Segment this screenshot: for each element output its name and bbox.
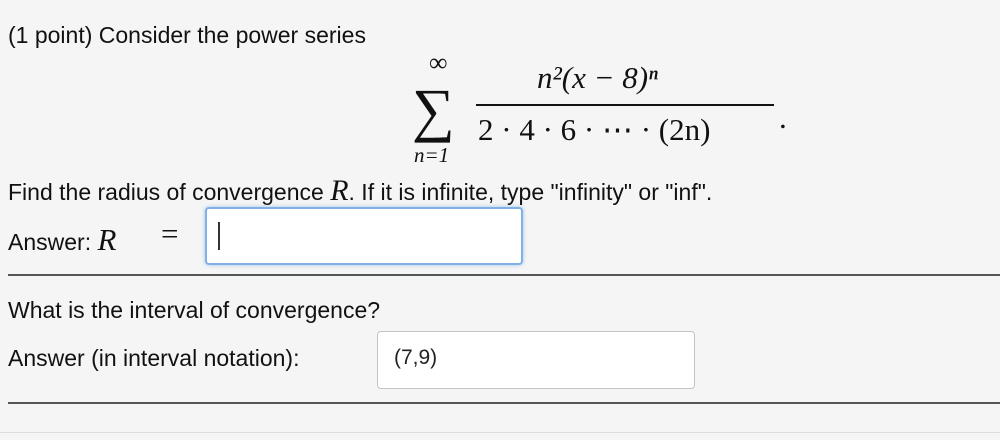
divider	[8, 274, 1000, 276]
fraction-bar	[476, 104, 774, 106]
answer-radius-label: Answer: R	[8, 222, 116, 258]
instruction-after: . If it is infinite, type "infinity" or …	[348, 179, 713, 205]
instruction-variable: R	[330, 174, 349, 207]
radius-input[interactable]	[205, 207, 523, 265]
formula-period: .	[779, 100, 787, 135]
page-bottom-border	[0, 432, 1000, 433]
series-numerator: n²(x − 8)ⁿ	[537, 60, 658, 95]
answer-label-text: Answer:	[8, 229, 98, 255]
divider	[8, 402, 1000, 404]
instruction-before: Find the radius of convergence	[8, 179, 331, 205]
interval-question: What is the interval of convergence?	[8, 297, 381, 323]
text-caret	[218, 222, 220, 250]
sum-lower-limit: n=1	[414, 143, 450, 167]
equals-sign: =	[161, 216, 179, 251]
sigma-symbol: ∑	[412, 77, 455, 143]
series-denominator: 2 · 4 · 6 · ⋯ · (2n)	[478, 112, 711, 147]
answer-variable: R	[97, 222, 117, 257]
question-intro: (1 point) Consider the power series	[8, 22, 366, 48]
interval-input[interactable]: (7,9)	[377, 331, 695, 389]
answer-interval-label: Answer (in interval notation):	[8, 345, 300, 371]
sum-upper-limit: ∞	[429, 48, 448, 77]
instruction-text: Find the radius of convergence R. If it …	[8, 174, 712, 208]
